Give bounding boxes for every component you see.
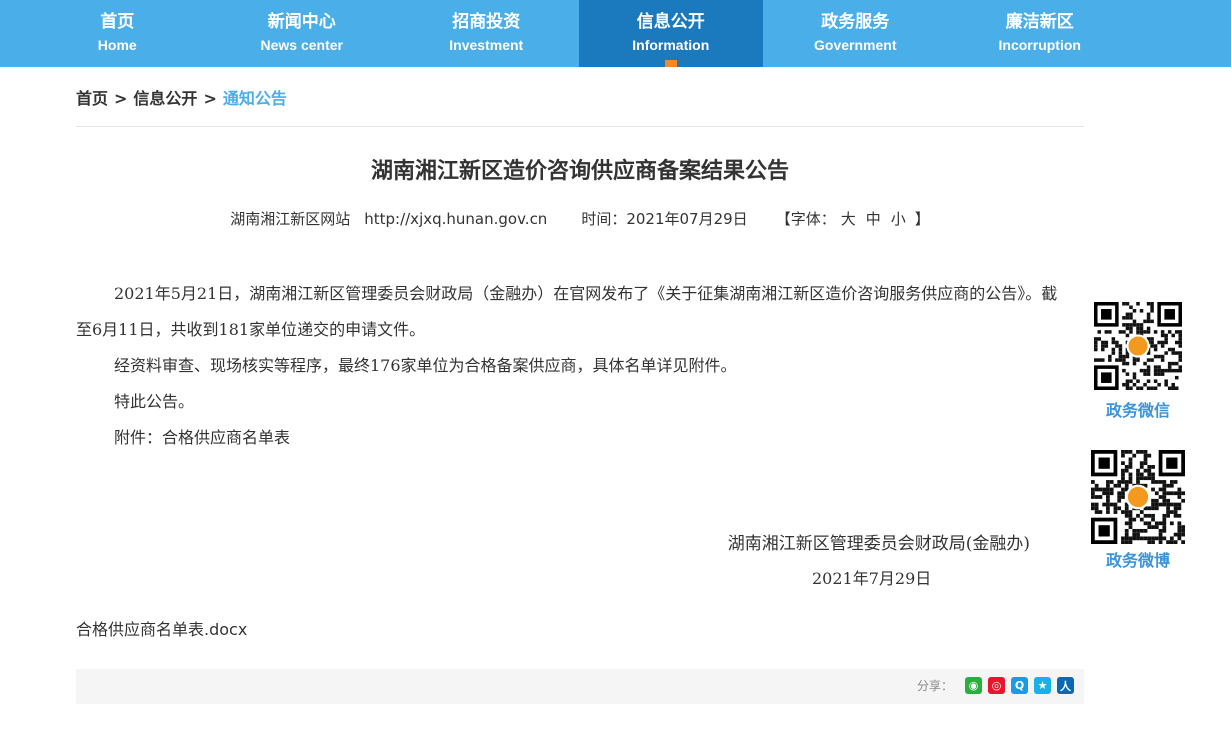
nav-item-label-cn: 招商投资 — [452, 12, 521, 32]
article-paragraph: 附件：合格供应商名单表 — [114, 428, 291, 447]
font-size-label: 【字体： — [775, 210, 836, 228]
nav-item-5[interactable]: 廉洁新区 Incorruption — [948, 0, 1133, 67]
nav-item-4[interactable]: 政务服务 Government — [763, 0, 948, 67]
nav-item-0[interactable]: 首页 Home — [25, 0, 210, 67]
nav-menu: 首页 Home 新闻中心 News center 招商投资 Investment 信息公开 I… — [25, 0, 1132, 67]
article-meta: 湖南湘江新区网站 http://xjxq.hunan.gov.cn 时间：2021年… — [76, 207, 1084, 231]
wechat-qr-code[interactable] — [1094, 302, 1182, 390]
nav-item-label-en: Investment — [449, 37, 524, 53]
top-nav-bar: 首页 Home 新闻中心 News center 招商投资 Investment 信息公开 I… — [0, 0, 1231, 67]
nav-item-label-en: News center — [260, 37, 343, 53]
font-small-button[interactable]: 小 — [891, 210, 906, 228]
wechat-qr-block: 政务微信 — [1091, 302, 1185, 422]
nav-item-label-en: Government — [814, 37, 897, 53]
nav-item-2[interactable]: 招商投资 Investment — [394, 0, 579, 67]
weibo-qr-block: 政务微博 — [1091, 450, 1185, 572]
font-size-close: 】 — [914, 210, 930, 228]
nav-item-label-en: Home — [97, 37, 137, 53]
nav-item-label-en: Incorruption — [998, 37, 1081, 53]
wechat-label[interactable]: 政务微信 — [1091, 400, 1185, 422]
article-source: 湖南湘江新区网站 — [230, 210, 351, 228]
article-signature: 湖南湘江新区管理委员会财政局(金融办) — [727, 534, 1030, 554]
article-title: 湖南湘江新区造价咨询供应商备案结果公告 — [370, 159, 789, 184]
qq-icon[interactable]: ★ — [1034, 677, 1051, 694]
nav-item-label-cn: 信息公开 — [636, 12, 705, 32]
breadcrumb-section-link[interactable]: 信息公开 — [133, 89, 197, 108]
nav-item-label-cn: 首页 — [100, 12, 135, 32]
nav-active-marker — [664, 60, 677, 67]
nav-item-label-cn: 政务服务 — [821, 12, 890, 32]
font-large-button[interactable]: 大 — [841, 210, 856, 228]
article-url: http://xjxq.hunan.gov.cn — [364, 210, 548, 228]
article-paragraph: 2021年5月21日，湖南湘江新区管理委员会财政局（金融办）在官网发布了《关于征… — [76, 284, 1058, 339]
wechat-icon[interactable]: ◉ — [965, 677, 982, 694]
article-paragraph: 特此公告。 — [114, 392, 195, 411]
share-group: 分享： ◉ ◎ Q ★ 人 — [917, 677, 1074, 694]
article-time: 时间：2021年07月29日 — [581, 210, 748, 228]
attachment-link[interactable]: 合格供应商名单表.docx — [76, 618, 247, 642]
nav-item-label-en: Information — [632, 37, 710, 53]
nav-item-label-cn: 廉洁新区 — [1005, 12, 1074, 32]
qzone-icon[interactable]: Q — [1011, 677, 1028, 694]
share-bar: 分享： ◉ ◎ Q ★ 人 — [76, 669, 1084, 704]
weibo-icon[interactable]: ◎ — [988, 677, 1005, 694]
font-medium-button[interactable]: 中 — [866, 210, 881, 228]
weibo-qr-code[interactable] — [1091, 450, 1185, 544]
share-label: 分享： — [916, 679, 953, 693]
breadcrumb-separator: > — [203, 89, 217, 108]
renren-icon[interactable]: 人 — [1057, 677, 1074, 694]
breadcrumb-current-link[interactable]: 通知公告 — [223, 89, 287, 108]
article-sign-date: 2021年7月29日 — [812, 569, 932, 588]
breadcrumb-separator: > — [114, 89, 128, 108]
article-paragraph: 经资料审查、现场核实等程序，最终176家单位为合格备案供应商，具体名单详见附件。 — [114, 356, 737, 375]
divider — [76, 126, 1084, 127]
weibo-label[interactable]: 政务微博 — [1091, 550, 1185, 572]
nav-item-label-cn: 新闻中心 — [267, 12, 336, 32]
breadcrumb: 首页 > 信息公开 > 通知公告 — [76, 87, 287, 111]
article-body: 2021年5月21日，湖南湘江新区管理委员会财政局（金融办）在官网发布了《关于征… — [76, 276, 1070, 456]
font-size-control: 【字体： 大中小】 — [776, 210, 930, 228]
nav-item-3[interactable]: 信息公开 Information — [578, 0, 763, 67]
breadcrumb-home-link[interactable]: 首页 — [76, 89, 108, 108]
nav-item-1[interactable]: 新闻中心 News center — [210, 0, 395, 67]
